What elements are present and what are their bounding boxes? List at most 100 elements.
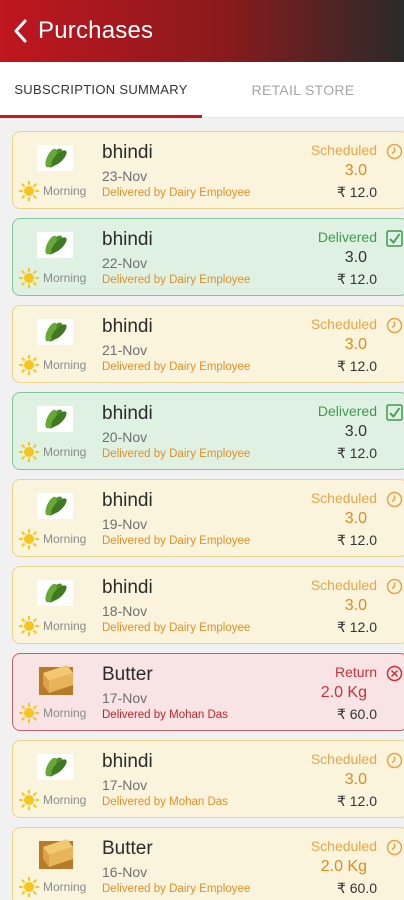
delivered-by: Delivered by Dairy Employee [102, 448, 251, 460]
order-price: ₹ 12.0 [336, 532, 377, 548]
clock-icon [386, 839, 403, 856]
order-quantity: 3.0 [344, 423, 367, 440]
checkbox-icon [386, 404, 403, 421]
clock-icon [386, 317, 403, 334]
order-card[interactable]: Morning bhindi 21-Nov Delivered by Dairy… [12, 305, 404, 383]
order-date: 19-Nov [102, 516, 148, 532]
order-date: 22-Nov [102, 255, 148, 271]
order-price: ₹ 12.0 [336, 184, 377, 200]
delivery-time: Morning [43, 271, 87, 285]
order-status: Scheduled [310, 316, 377, 332]
delivered-by: Delivered by Dairy Employee [102, 187, 251, 199]
sun-icon [19, 268, 39, 288]
delivery-time: Morning [43, 706, 87, 720]
delivered-by: Delivered by Dairy Employee [102, 535, 251, 547]
delivered-by: Delivered by Dairy Employee [102, 622, 251, 634]
butter-icon [37, 835, 75, 871]
cancel-icon [386, 665, 403, 682]
sun-icon [19, 790, 39, 810]
delivery-time: Morning [43, 532, 87, 546]
delivered-by: Delivered by Dairy Employee [102, 274, 251, 286]
chevron-left-icon [14, 19, 27, 43]
clock-icon [386, 578, 403, 595]
clock-icon [386, 491, 403, 508]
order-date: 17-Nov [102, 690, 148, 706]
order-date: 20-Nov [102, 429, 148, 445]
delivery-time: Morning [43, 619, 87, 633]
order-status: Delivered [317, 403, 377, 419]
sun-icon [19, 181, 39, 201]
order-status: Scheduled [310, 751, 377, 767]
okra-icon [37, 232, 73, 258]
sun-icon [19, 442, 39, 462]
order-quantity: 3.0 [344, 162, 367, 179]
sun-icon [19, 355, 39, 375]
product-name: bhindi [102, 490, 153, 511]
butter-icon [37, 661, 75, 697]
back-button[interactable] [0, 0, 40, 62]
sun-icon [19, 877, 39, 897]
order-quantity: 2.0 Kg [320, 684, 367, 701]
delivered-by: Delivered by Mohan Das [102, 796, 228, 808]
product-name: Butter [102, 664, 153, 685]
product-name: Butter [102, 838, 153, 859]
delivery-time: Morning [43, 445, 87, 459]
order-price: ₹ 12.0 [336, 793, 377, 809]
order-quantity: 3.0 [344, 510, 367, 527]
order-price: ₹ 60.0 [336, 706, 377, 722]
delivered-by: Delivered by Dairy Employee [102, 361, 251, 373]
order-quantity: 3.0 [344, 249, 367, 266]
order-quantity: 2.0 Kg [320, 858, 367, 875]
order-card[interactable]: Morning bhindi 22-Nov Delivered by Dairy… [12, 218, 404, 296]
order-date: 18-Nov [102, 603, 148, 619]
delivery-time: Morning [43, 358, 87, 372]
order-card[interactable]: Morning bhindi 19-Nov Delivered by Dairy… [12, 479, 404, 557]
order-card[interactable]: Morning bhindi 18-Nov Delivered by Dairy… [12, 566, 404, 644]
order-quantity: 3.0 [344, 597, 367, 614]
page-title: Purchases [38, 17, 154, 44]
clock-icon [386, 143, 403, 160]
sun-icon [19, 529, 39, 549]
okra-icon [37, 754, 73, 780]
order-card[interactable]: Morning Butter 17-Nov Delivered by Mohan… [12, 653, 404, 731]
sun-icon [19, 703, 39, 723]
purchase-list[interactable]: Morning bhindi 23-Nov Delivered by Dairy… [0, 118, 404, 900]
checkbox-icon [386, 230, 403, 247]
okra-icon [37, 406, 73, 432]
order-quantity: 3.0 [344, 336, 367, 353]
delivery-time: Morning [43, 793, 87, 807]
order-status: Scheduled [310, 577, 377, 593]
order-price: ₹ 12.0 [336, 271, 377, 287]
order-card[interactable]: Morning bhindi 17-Nov Delivered by Mohan… [12, 740, 404, 818]
order-date: 17-Nov [102, 777, 148, 793]
tab-subscription-summary[interactable]: SUBSCRIPTION SUMMARY [0, 62, 202, 118]
delivery-time: Morning [43, 880, 87, 894]
order-status: Return [334, 664, 377, 680]
product-name: bhindi [102, 229, 153, 250]
order-price: ₹ 12.0 [336, 619, 377, 635]
order-card[interactable]: Morning bhindi 23-Nov Delivered by Dairy… [12, 131, 404, 209]
delivered-by: Delivered by Mohan Das [102, 709, 228, 721]
okra-icon [37, 493, 73, 519]
product-name: bhindi [102, 142, 153, 163]
order-card[interactable]: Morning bhindi 20-Nov Delivered by Dairy… [12, 392, 404, 470]
order-status: Delivered [317, 229, 377, 245]
order-status: Scheduled [310, 142, 377, 158]
order-date: 16-Nov [102, 864, 148, 880]
order-quantity: 3.0 [344, 771, 367, 788]
product-name: bhindi [102, 751, 153, 772]
order-card[interactable]: Morning Butter 16-Nov Delivered by Dairy… [12, 827, 404, 900]
sun-icon [19, 616, 39, 636]
okra-icon [37, 580, 73, 606]
order-status: Scheduled [310, 838, 377, 854]
delivered-by: Delivered by Dairy Employee [102, 883, 251, 895]
order-date: 21-Nov [102, 342, 148, 358]
okra-icon [37, 319, 73, 345]
tab-bar: SUBSCRIPTION SUMMARY RETAIL STORE [0, 62, 404, 118]
delivery-time: Morning [43, 184, 87, 198]
order-price: ₹ 12.0 [336, 445, 377, 461]
order-price: ₹ 60.0 [336, 880, 377, 896]
tab-retail-store[interactable]: RETAIL STORE [202, 62, 404, 117]
app-header: Purchases [0, 0, 404, 62]
product-name: bhindi [102, 403, 153, 424]
